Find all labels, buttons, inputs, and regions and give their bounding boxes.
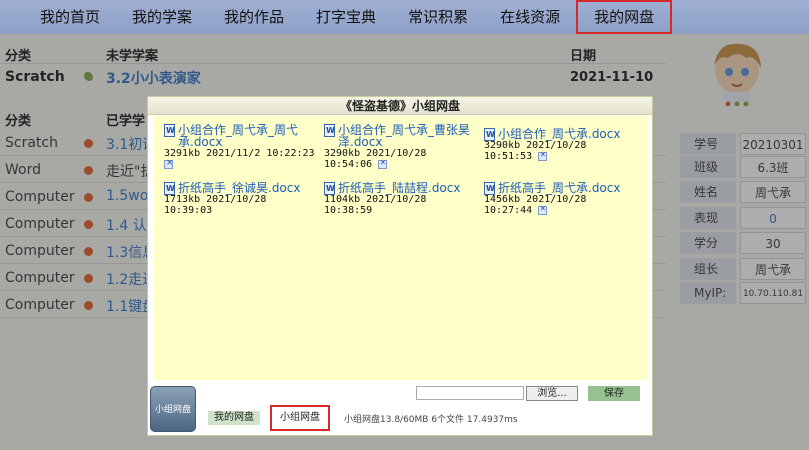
file-name[interactable]: 折纸高手_徐诚昊.docx (164, 182, 320, 194)
file-size: 3290kb (324, 148, 361, 159)
nav-my-disk[interactable]: 我的网盘 (576, 0, 673, 34)
nav-works[interactable]: 我的作品 (208, 0, 300, 34)
file-date: 2021/10/28 (206, 194, 267, 205)
delete-icon[interactable] (378, 158, 388, 169)
file-name[interactable]: 小组合作_周弋承_周弋承.docx (164, 124, 316, 148)
dialog-title: 《怪盗基德》小组网盘 (148, 97, 652, 115)
file-time: 10:51:53 (484, 151, 533, 162)
file-size: 1456kb (484, 194, 521, 205)
file-item[interactable]: 小组合作_周弋承.docx 3290kb 2021/10/2810:51:53 (484, 128, 644, 162)
file-size: 1713kb (164, 194, 201, 205)
group-disk-dialog: 《怪盗基德》小组网盘 小组合作_周弋承_周弋承.docx 3291kb 2021… (147, 96, 653, 436)
disk-icon-label: 小组网盘 (154, 405, 191, 415)
file-date: 2021/10/28 (366, 194, 427, 205)
file-name[interactable]: 折纸高手_陆喆程.docx (324, 182, 480, 194)
file-name[interactable]: 小组合作_周弋承.docx (484, 128, 644, 140)
file-time: 10:39:03 (164, 205, 213, 216)
word-file-icon (164, 182, 175, 195)
word-file-icon (484, 182, 495, 195)
save-button[interactable]: 保存 (588, 386, 640, 401)
word-file-icon (164, 124, 175, 137)
my-disk-button[interactable]: 我的网盘 (208, 411, 260, 425)
nav-knowledge[interactable]: 常识积累 (392, 0, 484, 34)
file-item[interactable]: 小组合作_周弋承_曹张昊泽.docx 3290kb 2021/10/2810:5… (324, 124, 480, 170)
nav-home[interactable]: 我的首页 (24, 0, 116, 34)
group-disk-icon: 小组网盘 (150, 386, 196, 432)
browse-button[interactable]: 浏览... (526, 386, 578, 401)
nav-lessons[interactable]: 我的学案 (116, 0, 208, 34)
file-item[interactable]: 折纸高手_周弋承.docx 1456kb 2021/10/2810:27:44 (484, 182, 644, 216)
file-time: 10:27:44 (484, 205, 533, 216)
word-file-icon (324, 124, 335, 137)
delete-icon[interactable] (538, 150, 548, 161)
file-date: 2021/10/28 (366, 148, 427, 159)
disk-usage-status: 小组网盘13.8/60MB 6个文件 17.4937ms (344, 415, 518, 425)
file-date: 2021/11/2 (206, 148, 261, 159)
file-upload-input[interactable] (416, 386, 524, 400)
file-time: 10:38:59 (324, 205, 373, 216)
delete-icon[interactable] (164, 158, 174, 169)
nav-resources[interactable]: 在线资源 (484, 0, 576, 34)
file-list: 小组合作_周弋承_周弋承.docx 3291kb 2021/11/2 10:22… (154, 116, 648, 380)
delete-icon[interactable] (538, 204, 548, 215)
file-time: 10:22:23 (266, 148, 315, 159)
file-name[interactable]: 折纸高手_周弋承.docx (484, 182, 644, 194)
word-file-icon (484, 128, 495, 141)
word-file-icon (324, 182, 335, 195)
top-nav: 我的首页 我的学案 我的作品 打字宝典 常识积累 在线资源 我的网盘 (0, 0, 809, 34)
file-size: 1104kb (324, 194, 361, 205)
nav-typing[interactable]: 打字宝典 (300, 0, 392, 34)
file-item[interactable]: 折纸高手_陆喆程.docx 1104kb 2021/10/2810:38:59 (324, 182, 480, 216)
dialog-footer: 小组网盘 浏览... 保存 我的网盘 小组网盘 小组网盘13.8/60MB 6个… (148, 380, 652, 435)
file-date: 2021/10/28 (526, 140, 587, 151)
file-item[interactable]: 小组合作_周弋承_周弋承.docx 3291kb 2021/11/2 10:22… (164, 124, 316, 170)
group-disk-button[interactable]: 小组网盘 (270, 405, 330, 431)
file-name[interactable]: 小组合作_周弋承_曹张昊泽.docx (324, 124, 480, 148)
file-time: 10:54:06 (324, 159, 373, 170)
file-date: 2021/10/28 (526, 194, 587, 205)
file-size: 3290kb (484, 140, 521, 151)
file-item[interactable]: 折纸高手_徐诚昊.docx 1713kb 2021/10/2810:39:03 (164, 182, 320, 216)
